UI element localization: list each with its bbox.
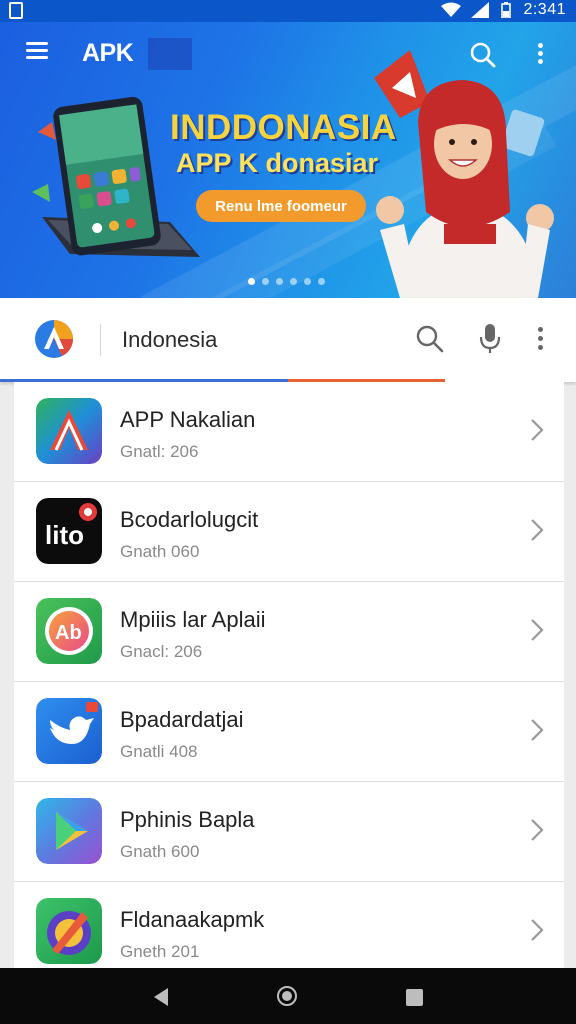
carousel-dot[interactable]	[290, 278, 297, 285]
list-item[interactable]: Bpadardatjai Gnatli 408	[14, 682, 564, 782]
notification-icon	[9, 2, 23, 19]
list-item[interactable]: Fldanaakapmk Gneth 201	[14, 882, 564, 982]
lito-icon: lito	[36, 498, 102, 564]
carousel-dot[interactable]	[248, 278, 255, 285]
app-meta: Gnacl: 206	[120, 642, 203, 661]
banner-headline: INDDONASIA	[170, 108, 397, 147]
chevron-right-icon	[531, 719, 544, 741]
app-logo: APK	[82, 39, 134, 67]
home-icon[interactable]	[277, 986, 297, 1006]
app-name: Bcodarlolugcit	[120, 507, 259, 532]
carousel-dot[interactable]	[304, 278, 311, 285]
banner-cta-button[interactable]: Renu lme foomeur	[196, 190, 366, 222]
apk-logo-icon	[35, 320, 73, 358]
clock: 2:341	[523, 1, 566, 18]
back-icon[interactable]	[152, 987, 170, 1007]
app-list: APP Nakalian Gnatl: 206 lito Bcodarlolug…	[14, 382, 564, 968]
app-screen: 2:341 APK INDDONASIA APP K donasiar Renu…	[0, 0, 576, 1024]
search-icon[interactable]	[416, 325, 444, 353]
list-item[interactable]: Ab Mpiiis lar Aplaii Gnacl: 206	[14, 582, 564, 682]
menu-icon[interactable]	[26, 42, 48, 60]
app-meta: Gnatl: 206	[120, 442, 199, 461]
search-bar[interactable]: Indonesia	[0, 298, 576, 382]
chevron-right-icon	[531, 919, 544, 941]
more-options-icon[interactable]	[538, 327, 544, 351]
list-item[interactable]: lito Bcodarlolugcit Gnath 060	[14, 482, 564, 582]
promo-banner[interactable]: APK INDDONASIA APP K donasiar Renu lme f…	[0, 22, 576, 298]
list-item[interactable]: Pphinis Bapla Gnath 600	[14, 782, 564, 882]
chevron-right-icon	[531, 819, 544, 841]
banner-subline: APP K donasiar	[176, 148, 379, 178]
microphone-icon[interactable]	[479, 324, 501, 354]
search-input[interactable]: Indonesia	[122, 327, 217, 353]
chevron-right-icon	[531, 519, 544, 541]
woman-illustration	[374, 50, 554, 298]
app-name: Fldanaakapmk	[120, 907, 265, 932]
ab-circle-icon: Ab	[36, 598, 102, 664]
app-meta: Gnath 060	[120, 542, 200, 561]
carousel-dot[interactable]	[276, 278, 283, 285]
app-name: APP Nakalian	[120, 407, 256, 432]
bird-icon	[36, 698, 102, 764]
chevron-right-icon	[531, 619, 544, 641]
app-a-icon	[36, 398, 102, 464]
app-name: Pphinis Bapla	[120, 807, 255, 832]
signal-icon	[471, 2, 490, 18]
app-name: Bpadardatjai	[120, 707, 244, 732]
app-meta: Gnath 600	[120, 842, 200, 861]
list-item[interactable]: APP Nakalian Gnatl: 206	[14, 382, 564, 482]
svg-text:Ab: Ab	[55, 622, 82, 644]
carousel-dot[interactable]	[262, 278, 269, 285]
carousel-dot[interactable]	[318, 278, 325, 285]
recent-apps-icon[interactable]	[406, 989, 423, 1006]
divider	[100, 324, 101, 356]
system-nav-bar	[0, 968, 576, 1024]
app-meta: Gnatli 408	[120, 742, 198, 761]
play-icon	[36, 798, 102, 864]
app-name: Mpiiis lar Aplaii	[120, 607, 266, 632]
app-meta: Gneth 201	[120, 942, 200, 961]
carousel-indicator[interactable]	[248, 278, 325, 285]
status-bar: 2:341	[0, 0, 576, 22]
logo-backdrop	[148, 38, 192, 70]
battery-icon	[501, 2, 512, 18]
wifi-icon	[441, 2, 462, 17]
chevron-right-icon	[531, 419, 544, 441]
svg-text:lito: lito	[45, 520, 84, 550]
compass-pen-icon	[36, 898, 102, 964]
